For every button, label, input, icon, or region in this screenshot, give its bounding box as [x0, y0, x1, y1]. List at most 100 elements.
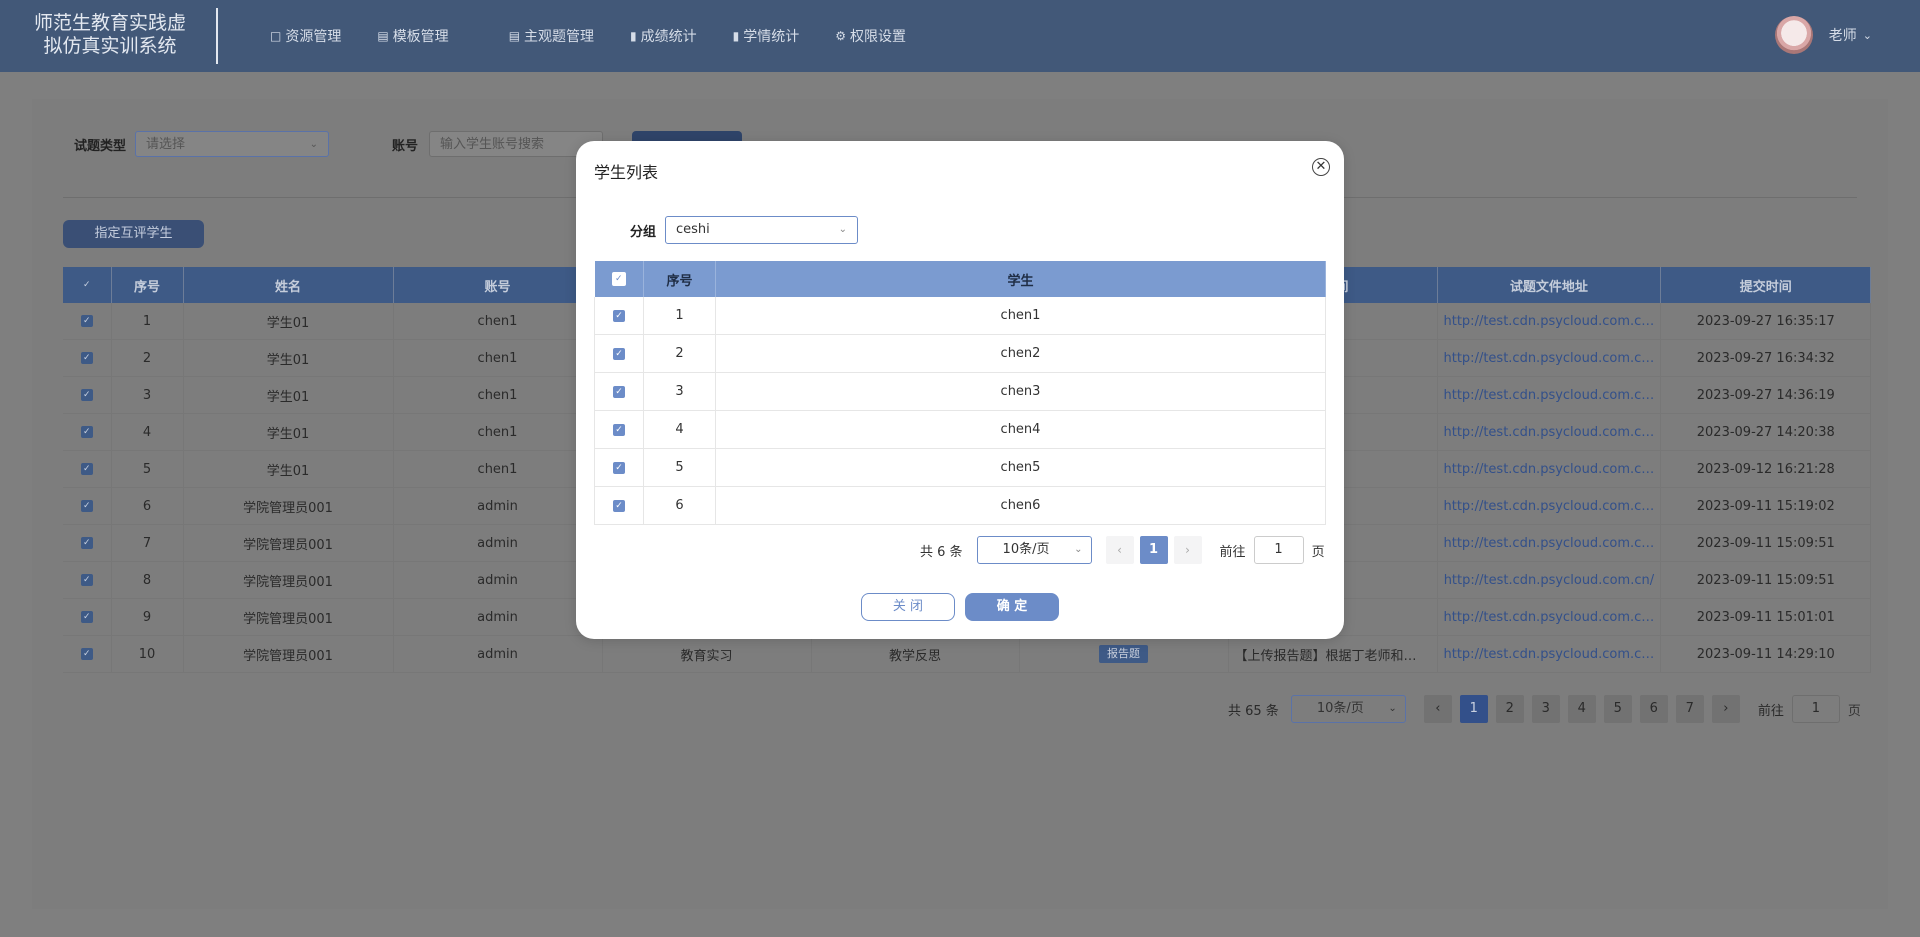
next-page-button[interactable]: ›: [1173, 536, 1202, 564]
row-index: 4: [643, 410, 716, 449]
row-checkbox[interactable]: ✓: [80, 426, 93, 438]
student-table: ✓ 序号 学生 ✓ 1 chen1 ✓ 2 chen2 ✓ 3 chen3 ✓ 4 chen4 ✓ 5 ch…: [594, 261, 1326, 525]
close-button[interactable]: 关 闭: [861, 593, 955, 621]
page-button-3[interactable]: 3: [1531, 695, 1560, 723]
row-checkbox[interactable]: ✓: [613, 461, 625, 474]
prev-page-button[interactable]: ‹: [1105, 536, 1134, 564]
bar-chart-icon: ▮: [630, 29, 637, 43]
row-select-cell[interactable]: ✓: [63, 376, 112, 414]
row-checkbox[interactable]: ✓: [613, 499, 625, 512]
prev-page-button[interactable]: ‹: [1423, 695, 1452, 723]
row-checkbox[interactable]: ✓: [80, 315, 93, 327]
page-size-select[interactable]: 10条/页 ⌄: [1290, 695, 1406, 723]
file-url-link[interactable]: http://test.cdn.psycloud.com.c…: [1437, 487, 1662, 525]
row-select-cell[interactable]: ✓: [63, 413, 112, 451]
column-header: 序号: [111, 267, 184, 303]
student-account: admin: [393, 561, 603, 599]
avatar: [1774, 16, 1813, 54]
file-url-link[interactable]: http://test.cdn.psycloud.com.c…: [1437, 339, 1662, 377]
page-button-1[interactable]: 1: [1459, 695, 1488, 723]
page-button-7[interactable]: 7: [1675, 695, 1704, 723]
confirm-button[interactable]: 确 定: [965, 593, 1059, 621]
file-url-link[interactable]: http://test.cdn.psycloud.com.cn/: [1437, 561, 1662, 599]
next-page-button[interactable]: ›: [1711, 695, 1740, 723]
goto-page-input[interactable]: 1: [1253, 536, 1304, 564]
student-row[interactable]: ✓ 5 chen5: [594, 448, 1326, 487]
row-checkbox[interactable]: ✓: [80, 611, 93, 623]
row-select-cell[interactable]: ✓: [63, 598, 112, 636]
row-checkbox[interactable]: ✓: [613, 347, 625, 360]
select-all-checkbox[interactable]: ✓: [80, 279, 93, 291]
page-button-6[interactable]: 6: [1639, 695, 1668, 723]
assign-peer-review-button[interactable]: 指定互评学生: [63, 220, 204, 248]
row-checkbox[interactable]: ✓: [613, 385, 625, 398]
group-select[interactable]: ceshi ⌄: [665, 216, 858, 244]
row-select-cell[interactable]: ✓: [63, 339, 112, 377]
nav-item-subjective[interactable]: ▤ 主观题管理: [509, 26, 594, 46]
page-button-1[interactable]: 1: [1139, 536, 1168, 564]
student-account: chen1: [393, 376, 603, 414]
close-icon[interactable]: ✕: [1312, 158, 1330, 176]
page-button-4[interactable]: 4: [1567, 695, 1596, 723]
student-account: chen6: [715, 486, 1326, 525]
file-url-link[interactable]: http://test.cdn.psycloud.com.c…: [1437, 524, 1662, 562]
nav-label: 主观题管理: [524, 29, 595, 45]
student-row[interactable]: ✓ 4 chen4: [594, 410, 1326, 449]
page-button-5[interactable]: 5: [1603, 695, 1632, 723]
file-url-link[interactable]: http://test.cdn.psycloud.com.c…: [1437, 635, 1662, 673]
row-checkbox[interactable]: ✓: [80, 574, 93, 586]
row-select-cell[interactable]: ✓: [594, 410, 644, 449]
student-row[interactable]: ✓ 1 chen1: [594, 297, 1326, 335]
student-row[interactable]: ✓ 2 chen2: [594, 334, 1326, 373]
select-all-cell[interactable]: ✓: [594, 261, 644, 297]
row-checkbox[interactable]: ✓: [80, 500, 93, 512]
row-checkbox[interactable]: ✓: [613, 423, 625, 436]
student-account: chen2: [715, 334, 1326, 373]
question-type-tag: 报告题: [1099, 645, 1148, 663]
nav-item-permissions[interactable]: ⚙ 权限设置: [835, 26, 906, 46]
student-account: chen4: [715, 410, 1326, 449]
table-row[interactable]: ✓ 10 学院管理员001 admin 教育实习 教学反思 报告题 【上传报告题】根据丁老师和…: [63, 635, 1872, 673]
row-checkbox[interactable]: ✓: [613, 309, 625, 322]
row-select-cell[interactable]: ✓: [63, 303, 112, 340]
student-row[interactable]: ✓ 3 chen3: [594, 372, 1326, 411]
row-select-cell[interactable]: ✓: [594, 372, 644, 411]
file-url-link[interactable]: http://test.cdn.psycloud.com.c…: [1437, 376, 1662, 414]
select-all-checkbox[interactable]: ✓: [611, 272, 626, 286]
student-row[interactable]: ✓ 6 chen6: [594, 486, 1326, 525]
row-checkbox[interactable]: ✓: [80, 352, 93, 364]
row-select-cell[interactable]: ✓: [594, 486, 644, 525]
row-checkbox[interactable]: ✓: [80, 648, 93, 660]
select-all-cell[interactable]: ✓: [63, 267, 112, 303]
row-checkbox[interactable]: ✓: [80, 463, 93, 475]
type-select[interactable]: 请选择 ⌄: [135, 131, 329, 157]
row-select-cell[interactable]: ✓: [594, 448, 644, 487]
user-menu[interactable]: 老师 ⌄: [1774, 16, 1872, 54]
row-select-cell[interactable]: ✓: [63, 524, 112, 562]
row-select-cell[interactable]: ✓: [63, 561, 112, 599]
nav-item-resources[interactable]: □ 资源管理: [270, 26, 341, 46]
nav-item-learning[interactable]: ▮ 学情统计: [733, 26, 800, 46]
page-size-select[interactable]: 10条/页 ⌄: [976, 536, 1092, 564]
row-select-cell[interactable]: ✓: [63, 487, 112, 525]
row-checkbox[interactable]: ✓: [80, 537, 93, 549]
goto-page-input[interactable]: 1: [1791, 695, 1840, 723]
file-url-link[interactable]: http://test.cdn.psycloud.com.c…: [1437, 598, 1662, 636]
student-account: chen1: [393, 413, 603, 451]
page-button-2[interactable]: 2: [1495, 695, 1524, 723]
row-checkbox[interactable]: ✓: [80, 389, 93, 401]
nav-item-grades[interactable]: ▮ 成绩统计: [630, 26, 697, 46]
file-url-link[interactable]: http://test.cdn.psycloud.com.c…: [1437, 413, 1662, 451]
row-select-cell[interactable]: ✓: [594, 334, 644, 373]
nav-item-templates[interactable]: ▤ 模板管理: [377, 26, 448, 46]
user-name: 老师: [1828, 28, 1857, 44]
submit-time: 2023-09-27 16:35:17: [1660, 303, 1872, 340]
student-name: 学院管理员001: [183, 487, 394, 525]
total-count: 共 65 条: [1228, 703, 1279, 719]
row-select-cell[interactable]: ✓: [63, 450, 112, 488]
row-select-cell[interactable]: ✓: [63, 635, 112, 673]
file-url-link[interactable]: http://test.cdn.psycloud.com.c…: [1437, 450, 1662, 488]
file-url-link[interactable]: http://test.cdn.psycloud.com.c…: [1437, 303, 1662, 340]
student-account: chen1: [715, 297, 1326, 335]
row-select-cell[interactable]: ✓: [594, 297, 644, 335]
